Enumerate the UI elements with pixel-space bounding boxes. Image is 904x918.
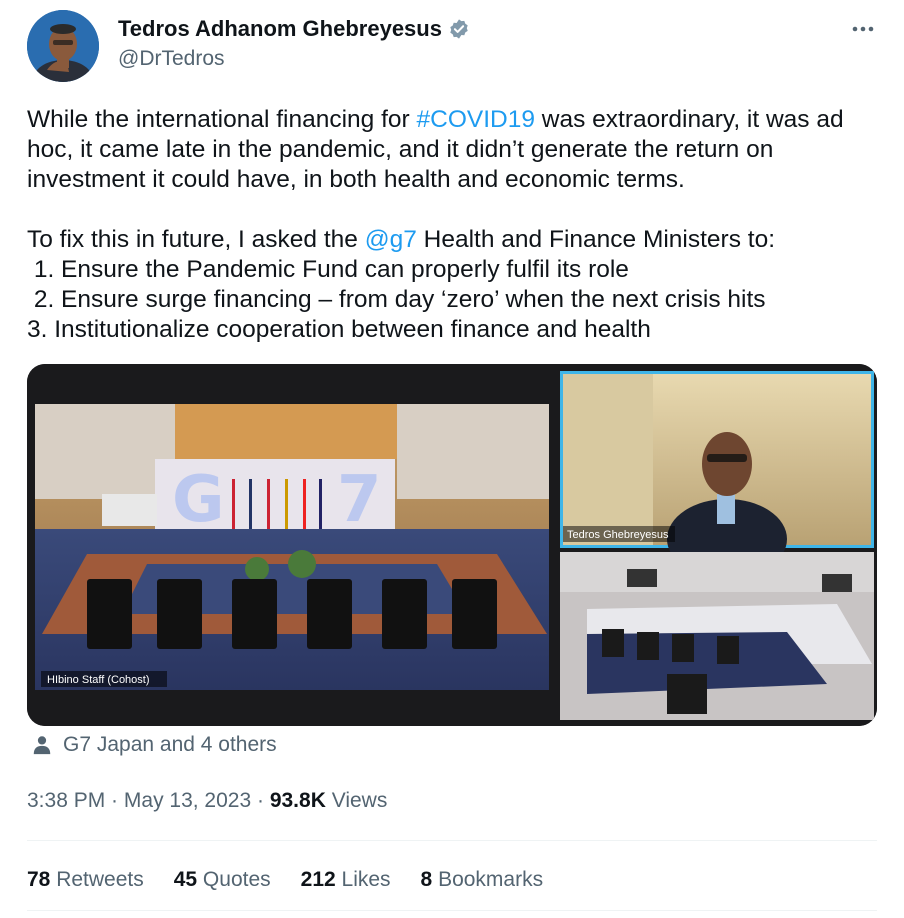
retweets-count: 78 <box>27 868 51 891</box>
tweet-text-part: While the international financing for <box>27 106 417 133</box>
more-options-button[interactable] <box>846 14 880 44</box>
media-image: G 7 HIbino Staff (Cohost) Tedros Ghebrey… <box>27 364 877 726</box>
meta-separator: · <box>251 789 270 812</box>
tagged-people-link[interactable]: G7 Japan and 4 others <box>31 733 277 757</box>
bookmarks-count: 8 <box>420 868 433 891</box>
list-item: 2. Ensure surge financing – from day ‘ze… <box>27 286 766 313</box>
list-item: 3. Institutionalize cooperation between … <box>27 316 651 343</box>
verified-badge-icon <box>448 18 470 40</box>
hashtag-link[interactable]: #COVID19 <box>417 106 535 133</box>
mention-link[interactable]: @g7 <box>365 226 417 253</box>
views-label: Views <box>325 789 388 812</box>
quotes-label: Quotes <box>197 868 271 891</box>
tweet-meta: 3:38 PM · May 13, 2023 · 93.8K Views <box>27 789 387 813</box>
engagement-stats: 78 Retweets 45 Quotes 212 Likes 8 Bookma… <box>27 868 543 892</box>
avatar-image <box>27 10 99 82</box>
author-handle[interactable]: @DrTedros <box>118 47 225 71</box>
list-item: 1. Ensure the Pandemic Fund can properly… <box>27 256 629 283</box>
svg-text:7: 7 <box>337 463 382 537</box>
tweet-text-part: To fix this in future, I asked the <box>27 226 365 253</box>
retweets-label: Retweets <box>50 868 144 891</box>
views-count: 93.8K <box>269 789 326 812</box>
quotes-stat[interactable]: 45 Quotes <box>174 868 271 892</box>
likes-count: 212 <box>300 868 336 891</box>
bookmarks-stat[interactable]: 8 Bookmarks <box>421 868 544 892</box>
likes-label: Likes <box>335 868 391 891</box>
likes-stat[interactable]: 212 Likes <box>301 868 391 892</box>
tweet-time[interactable]: 3:38 PM <box>27 789 105 812</box>
avatar[interactable] <box>27 10 99 82</box>
author-row: Tedros Adhanom Ghebreyesus <box>118 16 470 42</box>
bookmarks-label: Bookmarks <box>432 868 544 891</box>
svg-text:G: G <box>172 463 225 537</box>
more-horizontal-icon <box>852 26 874 32</box>
tweet-text-part: Health and Finance Ministers to: <box>416 226 776 253</box>
divider <box>27 910 877 911</box>
retweets-stat[interactable]: 78 Retweets <box>27 868 144 892</box>
person-icon <box>33 736 51 755</box>
meta-separator: · <box>105 789 124 812</box>
conference-room-left: G 7 HIbino Staff (Cohost) <box>35 404 549 690</box>
left-video-caption: HIbino Staff (Cohost) <box>47 674 150 686</box>
tagged-text: G7 Japan and 4 others <box>63 733 277 756</box>
author-name[interactable]: Tedros Adhanom Ghebreyesus <box>118 16 442 42</box>
tweet-date[interactable]: May 13, 2023 <box>124 789 251 812</box>
right-video-caption: Tedros Ghebreyesus <box>567 529 669 541</box>
video-tedros: Tedros Ghebreyesus <box>560 371 874 579</box>
quotes-count: 45 <box>173 868 198 891</box>
conference-room-right <box>560 552 874 720</box>
tweet-media[interactable]: G 7 HIbino Staff (Cohost) Tedros Ghebrey… <box>27 364 877 726</box>
divider <box>27 840 877 841</box>
tweet-text: While the international financing for #C… <box>27 105 887 345</box>
